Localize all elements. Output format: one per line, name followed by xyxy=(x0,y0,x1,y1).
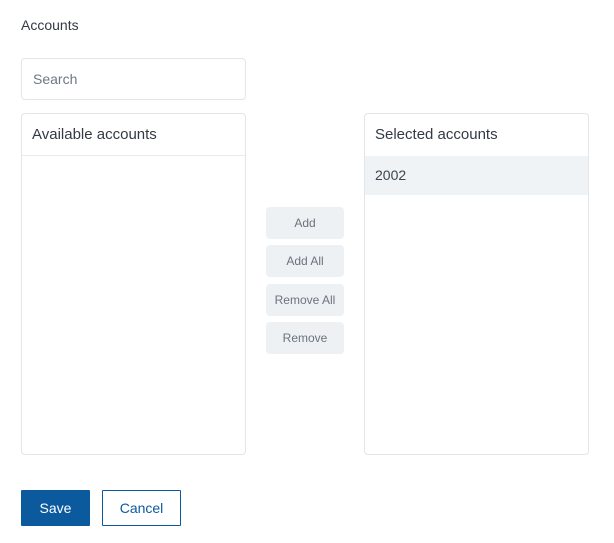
list-item[interactable]: 2002 xyxy=(365,156,588,195)
remove-button[interactable]: Remove xyxy=(266,322,344,354)
add-all-button[interactable]: Add All xyxy=(266,245,344,277)
selected-accounts-header: Selected accounts xyxy=(375,126,498,143)
search-input[interactable] xyxy=(21,58,246,100)
selected-accounts-list: 2002 xyxy=(365,156,588,195)
add-button[interactable]: Add xyxy=(266,207,344,239)
section-label: Accounts xyxy=(21,17,79,33)
accounts-picker: Accounts Available accounts Add Add All … xyxy=(0,0,614,543)
cancel-button[interactable]: Cancel xyxy=(102,490,181,526)
remove-all-button[interactable]: Remove All xyxy=(266,284,344,316)
available-accounts-header: Available accounts xyxy=(22,114,245,156)
selected-accounts-panel: Selected accounts 2002 xyxy=(364,113,589,455)
available-accounts-panel: Available accounts xyxy=(21,113,246,455)
save-button[interactable]: Save xyxy=(21,490,90,526)
